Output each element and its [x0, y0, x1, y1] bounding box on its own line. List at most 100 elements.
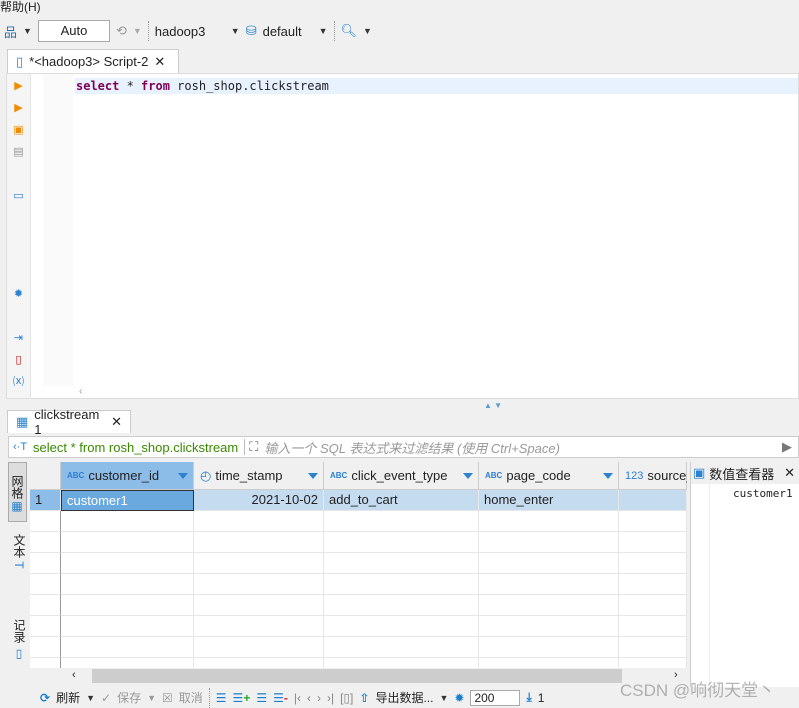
connection-selector[interactable]: hadoop3: [155, 24, 225, 39]
settings-icon[interactable]: ✹: [454, 691, 464, 705]
empty-cell[interactable]: [619, 553, 687, 574]
cancel-icon[interactable]: ☒: [162, 691, 173, 705]
row-number[interactable]: [30, 595, 61, 616]
close-icon[interactable]: ✕: [154, 54, 165, 70]
terminal-icon[interactable]: ▭: [12, 190, 25, 203]
empty-cell[interactable]: [479, 553, 619, 574]
side-tab-text[interactable]: 文本 T: [8, 534, 28, 569]
row-number[interactable]: [30, 658, 61, 668]
empty-cell[interactable]: [619, 511, 687, 532]
column-header-time_stamp[interactable]: ◴ time_stamp: [194, 462, 324, 490]
empty-cell[interactable]: [194, 616, 324, 637]
row-number[interactable]: [30, 511, 61, 532]
dropdown-arrow[interactable]: ▼: [231, 26, 240, 36]
empty-cell[interactable]: [61, 574, 194, 595]
empty-cell[interactable]: [194, 553, 324, 574]
dropdown-arrow[interactable]: ▼: [319, 26, 328, 36]
dropdown-arrow[interactable]: ▼: [86, 693, 95, 703]
empty-cell[interactable]: [194, 574, 324, 595]
row-number[interactable]: [30, 553, 61, 574]
sql-line[interactable]: select * from rosh_shop.clickstream: [75, 78, 798, 94]
tab-script-2[interactable]: ▯ *<hadoop3> Script-2 ✕: [7, 49, 179, 73]
expand-icon[interactable]: ⛶: [244, 439, 258, 455]
sql-editor[interactable]: ▶ ▶ ▣ ▤ ▭ ✹ ⇥ ▯ ⒳ select * from rosh_sho…: [6, 73, 799, 399]
empty-cell[interactable]: [324, 595, 479, 616]
close-icon[interactable]: ✕: [784, 465, 799, 481]
empty-cell[interactable]: [324, 616, 479, 637]
explain-icon[interactable]: ▤: [12, 146, 25, 159]
delete-row-icon[interactable]: ☰-: [273, 691, 288, 705]
execute-icon[interactable]: ▶: [12, 80, 25, 93]
row-number[interactable]: 1: [30, 490, 61, 511]
execute-new-tab-icon[interactable]: ▣: [12, 124, 25, 137]
empty-cell[interactable]: [619, 595, 687, 616]
table-cell[interactable]: add_to_cart: [324, 490, 479, 511]
empty-cell[interactable]: [324, 511, 479, 532]
first-page-icon[interactable]: |‹: [294, 691, 301, 705]
cancel-button[interactable]: 取消: [179, 689, 203, 706]
tab-results[interactable]: ▦ clickstream 1 ✕: [7, 407, 131, 437]
dropdown-arrow[interactable]: ▼: [133, 26, 142, 36]
column-header-source[interactable]: 123source_: [619, 462, 687, 490]
row-number[interactable]: [30, 574, 61, 595]
scroll-left-icon[interactable]: ‹: [72, 669, 76, 681]
apply-filter-icon[interactable]: ▶: [782, 439, 798, 455]
empty-cell[interactable]: [324, 658, 479, 668]
empty-cell[interactable]: [479, 616, 619, 637]
export-icon[interactable]: ⇧: [359, 691, 369, 705]
edit-row-icon[interactable]: ☰: [216, 691, 227, 705]
empty-cell[interactable]: [479, 595, 619, 616]
empty-cell[interactable]: [61, 553, 194, 574]
empty-cell[interactable]: [194, 511, 324, 532]
close-icon[interactable]: ✕: [111, 414, 122, 430]
save-icon[interactable]: ✓: [101, 691, 111, 705]
variables-icon[interactable]: ⒳: [12, 376, 25, 389]
prev-page-icon[interactable]: ‹: [307, 691, 311, 705]
dropdown-arrow[interactable]: ▼: [363, 26, 372, 36]
row-number[interactable]: [30, 532, 61, 553]
sort-arrow-icon[interactable]: [178, 473, 188, 479]
empty-cell[interactable]: [61, 616, 194, 637]
refresh-icon[interactable]: ⟳: [40, 691, 50, 705]
editor-hscroll[interactable]: ‹: [43, 386, 798, 398]
empty-cell[interactable]: [324, 637, 479, 658]
copy-row-icon[interactable]: ☰: [256, 691, 267, 705]
row-number[interactable]: [30, 637, 61, 658]
sort-arrow-icon[interactable]: [463, 473, 473, 479]
column-header-customer_id[interactable]: ABC customer_id: [61, 462, 194, 490]
empty-cell[interactable]: [619, 616, 687, 637]
history-icon[interactable]: ⟲: [116, 23, 127, 39]
sort-arrow-icon[interactable]: [603, 473, 613, 479]
empty-cell[interactable]: [194, 595, 324, 616]
empty-cell[interactable]: [61, 637, 194, 658]
column-header-click_event_type[interactable]: ABC click_event_type: [324, 462, 479, 490]
execute-script-icon[interactable]: ▶: [12, 102, 25, 115]
search-icon[interactable]: 🔍︎: [341, 23, 358, 39]
filter-input[interactable]: 输入一个 SQL 表达式来过滤结果 (使用 Ctrl+Space): [264, 438, 776, 457]
empty-cell[interactable]: [61, 511, 194, 532]
commit-mode-field[interactable]: Auto: [37, 20, 110, 42]
empty-cell[interactable]: [619, 532, 687, 553]
save-button[interactable]: 保存: [117, 689, 141, 706]
empty-cell[interactable]: [479, 574, 619, 595]
grid-hscrollbar[interactable]: ‹ ›: [62, 668, 687, 684]
empty-cell[interactable]: [619, 658, 687, 668]
menu-help[interactable]: 帮助(H): [0, 0, 41, 16]
next-page-icon[interactable]: ›: [317, 691, 321, 705]
table-cell[interactable]: home_enter: [479, 490, 619, 511]
dropdown-arrow[interactable]: ▼: [439, 693, 448, 703]
side-tab-record[interactable]: 记录 ▯: [8, 619, 28, 660]
empty-cell[interactable]: [619, 574, 687, 595]
empty-cell[interactable]: [61, 532, 194, 553]
side-tab-grid[interactable]: 网格▦: [8, 462, 27, 522]
schema-selector[interactable]: default: [263, 24, 313, 39]
last-page-icon[interactable]: ›|: [327, 691, 334, 705]
empty-cell[interactable]: [479, 637, 619, 658]
export-icon[interactable]: ⇥: [12, 332, 25, 345]
empty-cell[interactable]: [324, 574, 479, 595]
value-viewer-content[interactable]: customer1: [709, 484, 799, 684]
empty-cell[interactable]: [619, 637, 687, 658]
empty-cell[interactable]: [61, 658, 194, 668]
transaction-icon[interactable]: 品: [4, 22, 17, 41]
empty-cell[interactable]: [479, 658, 619, 668]
